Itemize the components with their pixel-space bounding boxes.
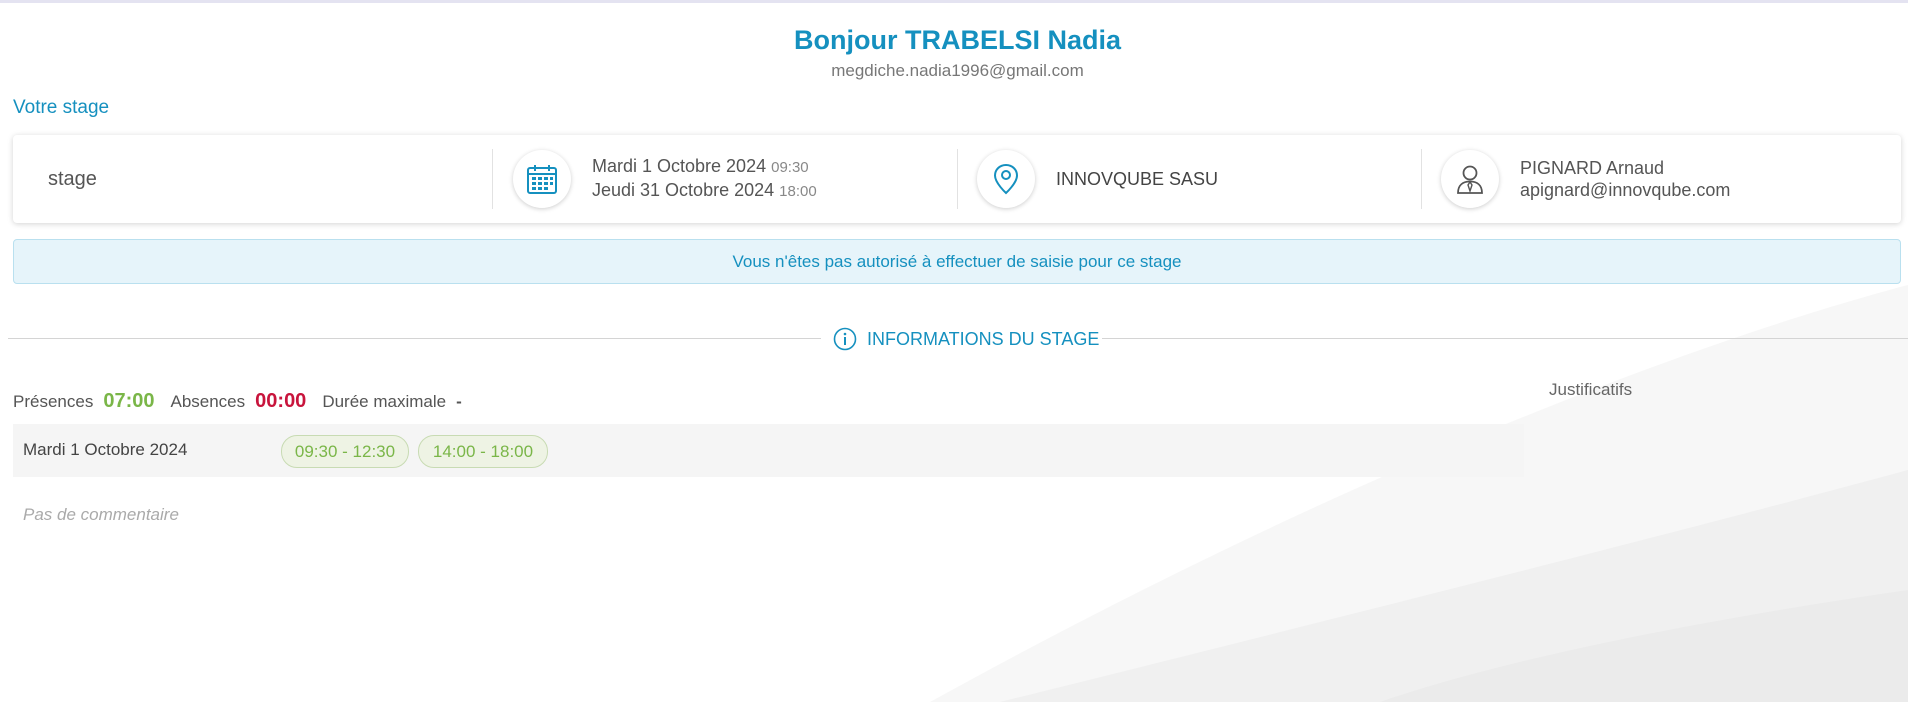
stage-summary-card: stage Mardi 1 Octobre 2024 09:30 Jeudi 3… bbox=[13, 135, 1901, 223]
presences-value: 07:00 bbox=[103, 390, 155, 412]
info-icon bbox=[833, 327, 857, 351]
time-slot-chip: 14:00 - 18:00 bbox=[418, 435, 548, 468]
start-time: 09:30 bbox=[771, 159, 809, 176]
absences-value: 00:00 bbox=[255, 390, 307, 412]
comment-text: Pas de commentaire bbox=[23, 505, 179, 524]
location-pin-icon bbox=[993, 163, 1019, 195]
divider bbox=[957, 149, 958, 209]
person-icon bbox=[1457, 165, 1483, 194]
time-slot-label: 09:30 - 12:30 bbox=[294, 441, 396, 461]
permission-alert: Vous n'êtes pas autorisé à effectuer de … bbox=[13, 239, 1901, 284]
absences-label: Absences bbox=[170, 392, 246, 411]
time-slot-chip: 09:30 - 12:30 bbox=[281, 435, 409, 468]
divider bbox=[1421, 149, 1422, 209]
end-date-line: Jeudi 31 Octobre 2024 18:00 bbox=[592, 179, 817, 203]
day-row: Mardi 1 Octobre 2024 09:30 - 12:30 14:00… bbox=[13, 424, 1524, 477]
stage-dates-cell: Mardi 1 Octobre 2024 09:30 Jeudi 31 Octo… bbox=[513, 135, 953, 223]
person-icon-circle bbox=[1441, 150, 1499, 208]
calendar-icon-circle bbox=[513, 150, 571, 208]
calendar-icon bbox=[527, 165, 557, 194]
start-date-line: Mardi 1 Octobre 2024 09:30 bbox=[592, 155, 817, 179]
section-title: Votre stage bbox=[13, 97, 110, 118]
max-duration-value: - bbox=[456, 392, 462, 411]
separator-line-right bbox=[1102, 338, 1908, 339]
user-email: megdiche.nadia1996@gmail.com bbox=[831, 61, 1084, 80]
company-cell: INNOVQUBE SASU bbox=[977, 135, 1417, 223]
day-label: Mardi 1 Octobre 2024 bbox=[23, 440, 188, 459]
tutor-name: PIGNARD Arnaud bbox=[1520, 158, 1665, 178]
company-name: INNOVQUBE SASU bbox=[1056, 168, 1219, 189]
attendance-stats: Présences 07:00 Absences 00:00 Durée max… bbox=[13, 390, 462, 413]
start-date: Mardi 1 Octobre 2024 bbox=[592, 156, 767, 176]
justificatifs-title: Justificatifs bbox=[1549, 380, 1633, 399]
location-icon-circle bbox=[977, 150, 1035, 208]
alert-message: Vous n'êtes pas autorisé à effectuer de … bbox=[732, 251, 1182, 271]
tutor-info: PIGNARD Arnaud apignard@innovqube.com bbox=[1520, 157, 1730, 201]
end-date: Jeudi 31 Octobre 2024 bbox=[592, 180, 775, 200]
tutor-cell: PIGNARD Arnaud apignard@innovqube.com bbox=[1441, 135, 1891, 223]
stage-dates: Mardi 1 Octobre 2024 09:30 Jeudi 31 Octo… bbox=[592, 155, 817, 203]
divider bbox=[492, 149, 493, 209]
max-duration-label: Durée maximale bbox=[322, 392, 447, 411]
time-slot-label: 14:00 - 18:00 bbox=[432, 441, 534, 461]
tutor-email: apignard@innovqube.com bbox=[1520, 180, 1731, 200]
separator-label: INFORMATIONS DU STAGE bbox=[867, 328, 1100, 349]
separator-line-left bbox=[8, 338, 821, 339]
stage-name-cell: stage bbox=[13, 135, 492, 223]
stage-name: stage bbox=[48, 167, 97, 190]
greeting-title: Bonjour TRABELSI Nadia bbox=[793, 25, 1121, 55]
presences-label: Présences bbox=[13, 392, 94, 411]
section-separator: INFORMATIONS DU STAGE bbox=[833, 326, 1099, 352]
end-time: 18:00 bbox=[779, 183, 817, 200]
